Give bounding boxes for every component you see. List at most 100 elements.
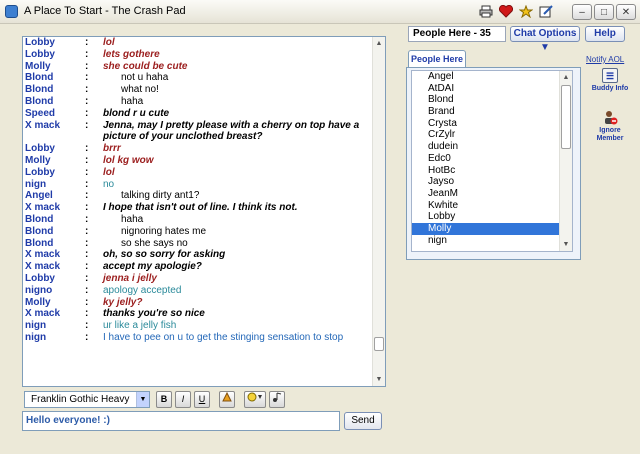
chat-message-separator: : — [85, 213, 89, 225]
chat-message-text: she could be cute — [103, 60, 188, 72]
chat-message: nigno: apology accepted — [25, 285, 373, 297]
chat-message-separator: : — [85, 225, 89, 237]
chat-message-sender[interactable]: Angel — [25, 190, 85, 202]
chat-message-sender[interactable]: Lobby — [25, 49, 85, 61]
scroll-thumb[interactable] — [374, 337, 384, 351]
people-list-item[interactable]: Molly — [412, 222, 572, 235]
chat-message-text: nignoring hates me — [121, 225, 207, 237]
buddy-info-button[interactable]: ☰ Buddy Info — [590, 68, 630, 93]
scroll-down-arrow-icon[interactable]: ▼ — [560, 238, 572, 251]
italic-button[interactable]: I — [175, 391, 191, 408]
message-input-value: Hello everyone! :) — [26, 415, 110, 426]
chat-message-text: accept my apologie? — [103, 261, 202, 273]
message-input[interactable]: Hello everyone! :) — [22, 411, 340, 431]
chat-message-sender[interactable]: Blond — [25, 84, 85, 96]
people-list-item[interactable]: Crysta — [412, 118, 558, 130]
people-list-item[interactable]: Kwhite — [412, 200, 558, 212]
text-color-button[interactable] — [219, 391, 235, 408]
people-list-item[interactable]: Blond — [412, 94, 558, 106]
tab-people-here[interactable]: People Here — [408, 50, 466, 68]
stars-icon[interactable] — [518, 4, 534, 19]
people-list-item[interactable]: dudein — [412, 141, 558, 153]
chat-message-separator: : — [85, 178, 89, 190]
people-list-item[interactable]: Brand — [412, 106, 558, 118]
people-list-item[interactable]: Jayso — [412, 176, 558, 188]
people-list-item[interactable]: Angel — [412, 71, 558, 83]
heart-icon[interactable] — [498, 4, 514, 19]
chat-message-sender[interactable]: X mack — [25, 202, 85, 214]
chat-message-sender[interactable]: Molly — [25, 61, 85, 73]
chat-message-sender[interactable]: Blond — [25, 238, 85, 250]
chat-message-text: no — [103, 178, 115, 190]
printer-icon[interactable] — [478, 4, 494, 19]
chat-message: Speed: blond r u cute — [25, 108, 373, 120]
chat-message-sender[interactable]: Blond — [25, 72, 85, 84]
chat-message-separator: : — [85, 331, 89, 343]
chat-message-separator: : — [85, 60, 89, 72]
smiley-button[interactable] — [244, 391, 266, 408]
chat-message: Blond: not u haha — [25, 72, 373, 84]
help-button[interactable]: Help — [585, 26, 625, 42]
scroll-up-arrow-icon[interactable]: ▲ — [560, 71, 572, 84]
chat-message-sender[interactable]: nign — [25, 179, 85, 191]
maximize-button[interactable]: □ — [594, 4, 614, 20]
chat-message-sender[interactable]: nigno — [25, 285, 85, 297]
chat-message-sender[interactable]: Lobby — [25, 167, 85, 179]
chat-message-separator: : — [85, 272, 89, 284]
people-list-item[interactable]: AtDAI — [412, 83, 558, 95]
chat-message-sender[interactable]: Lobby — [25, 143, 85, 155]
minimize-button[interactable]: – — [572, 4, 592, 20]
chat-message-sender[interactable]: Blond — [25, 214, 85, 226]
chat-message-sender[interactable]: Lobby — [25, 37, 85, 49]
chat-message-text: thanks you're so nice — [103, 308, 205, 320]
chat-message-separator: : — [85, 308, 89, 320]
title-toolbar — [478, 4, 554, 20]
chat-message-separator: : — [85, 320, 89, 332]
chat-message-sender[interactable]: X mack — [25, 249, 85, 261]
chat-message-separator: : — [85, 48, 89, 60]
chat-message: Lobby: lets gothere — [25, 49, 373, 61]
chat-message-sender[interactable]: Lobby — [25, 273, 85, 285]
chat-message-sender[interactable]: X mack — [25, 120, 85, 144]
people-list-item[interactable]: HotBc — [412, 165, 558, 177]
chat-message-sender[interactable]: nign — [25, 320, 85, 332]
chat-message-separator: : — [85, 202, 89, 214]
chat-message-separator: : — [85, 249, 89, 261]
chat-message-sender[interactable]: Molly — [25, 155, 85, 167]
chat-message-sender[interactable]: X mack — [25, 308, 85, 320]
scroll-thumb[interactable] — [561, 85, 571, 149]
chat-message-sender[interactable]: Blond — [25, 96, 85, 108]
scroll-up-arrow-icon[interactable]: ▲ — [373, 37, 385, 50]
people-list-item[interactable]: CrZylr — [412, 129, 558, 141]
chat-message-separator: : — [85, 284, 89, 296]
chat-message-sender[interactable]: Blond — [25, 226, 85, 238]
people-list-item[interactable]: Lobby — [412, 211, 558, 223]
chat-message-sender[interactable]: X mack — [25, 261, 85, 273]
people-scrollbar[interactable]: ▲ ▼ — [559, 71, 572, 251]
people-list-item[interactable]: nign — [412, 235, 558, 247]
sound-button[interactable] — [269, 391, 285, 408]
notify-aol-link[interactable]: Notify AOL — [586, 55, 624, 64]
bold-button[interactable]: B — [156, 391, 172, 408]
text-color-icon — [222, 391, 232, 402]
chat-message-sender[interactable]: Molly — [25, 297, 85, 309]
edit-note-icon[interactable] — [538, 4, 554, 19]
underline-button[interactable]: U — [194, 391, 210, 408]
chat-message-sender[interactable]: Speed — [25, 108, 85, 120]
chevron-down-icon[interactable]: ▼ — [136, 392, 149, 407]
chat-scrollbar[interactable]: ▲ ▼ — [372, 37, 385, 386]
window-title: A Place To Start - The Crash Pad — [24, 5, 186, 17]
people-list: Angel AtDAI Blond Brand Crysta CrZylr dudein Ed… — [411, 70, 573, 252]
people-list-item[interactable]: JeanM — [412, 188, 558, 200]
font-select[interactable]: Franklin Gothic Heavy ▼ — [24, 391, 150, 408]
send-button[interactable]: Send — [344, 412, 382, 430]
chat-message-sender[interactable]: nign — [25, 332, 85, 344]
scroll-down-arrow-icon[interactable]: ▼ — [373, 373, 385, 386]
chat-message: Blond: nignoring hates me — [25, 226, 373, 238]
ignore-member-button[interactable]: Ignore Member — [590, 110, 630, 143]
people-list-item[interactable]: Edc0 — [412, 153, 558, 165]
chat-options-button[interactable]: Chat Options ▼ — [510, 26, 580, 53]
chat-message-separator: : — [85, 190, 89, 202]
close-button[interactable]: ✕ — [616, 4, 636, 20]
chat-message-separator: : — [85, 84, 89, 96]
